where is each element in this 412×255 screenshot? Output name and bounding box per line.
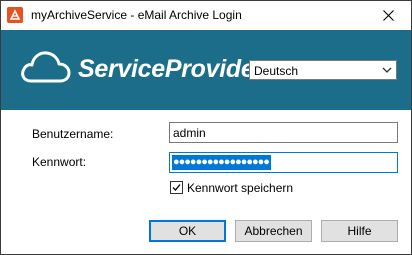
username-input[interactable]: admin: [169, 122, 398, 143]
remember-password-checkbox[interactable]: [170, 181, 183, 194]
username-value: admin: [173, 126, 206, 140]
cancel-button[interactable]: Abbrechen: [235, 220, 312, 242]
help-button[interactable]: Hilfe: [321, 220, 398, 242]
language-value: Deutsch: [254, 64, 299, 78]
language-select[interactable]: Deutsch: [249, 60, 397, 80]
chevron-down-icon: [382, 67, 392, 73]
window-title: myArchiveService - eMail Archive Login: [31, 8, 242, 22]
checkmark-icon: [172, 184, 181, 191]
close-icon: [382, 10, 394, 21]
remember-password-label[interactable]: Kennwort speichern: [187, 181, 293, 195]
username-label: Benutzername:: [32, 127, 114, 141]
app-icon: [7, 7, 23, 23]
close-button[interactable]: [365, 1, 411, 30]
ok-button[interactable]: OK: [149, 220, 226, 242]
brand-name: ServiceProvider: [78, 55, 264, 83]
title-bar[interactable]: myArchiveService - eMail Archive Login: [1, 1, 411, 30]
brand-banner: ServiceProvider Deutsch: [1, 30, 411, 110]
cloud-logo-icon: [21, 51, 71, 83]
password-label: Kennwort:: [32, 155, 87, 169]
login-dialog: myArchiveService - eMail Archive Login S…: [0, 0, 412, 255]
password-input[interactable]: ●●●●●●●●●●●●●●●●●: [169, 152, 398, 173]
password-value: ●●●●●●●●●●●●●●●●●: [172, 155, 271, 170]
